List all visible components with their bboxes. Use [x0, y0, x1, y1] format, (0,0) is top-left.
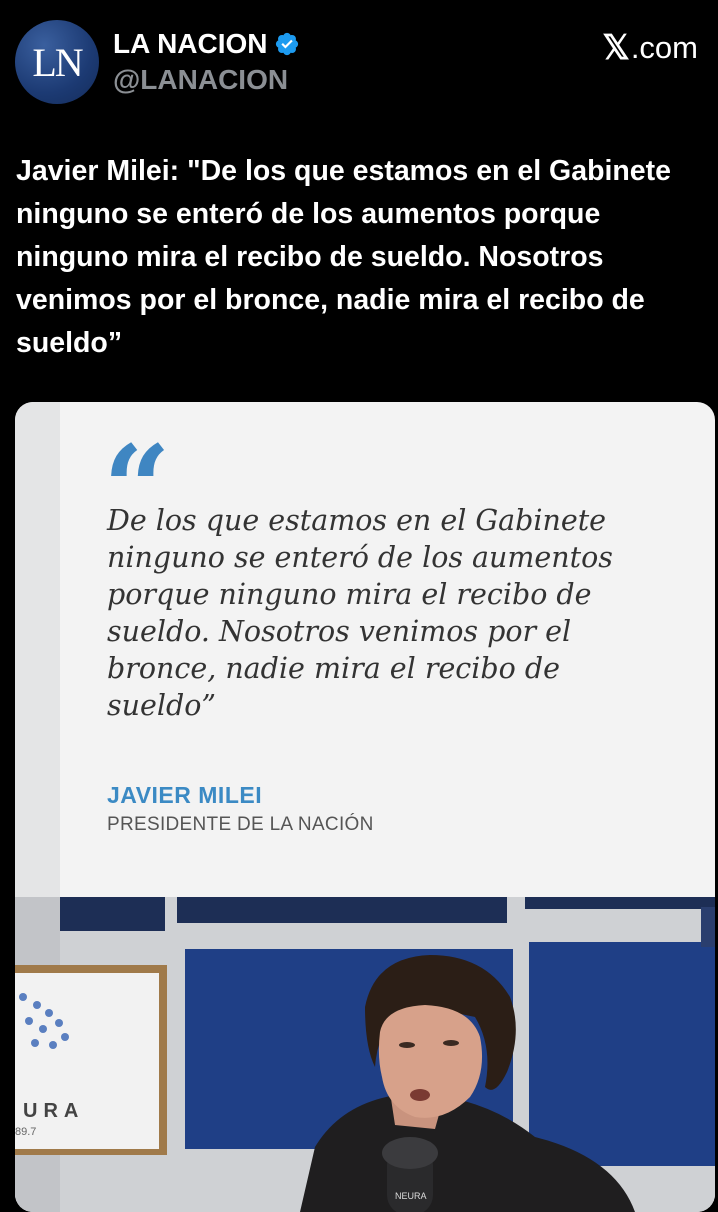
- logo-text: URA: [23, 1100, 84, 1122]
- x-com-watermark: 𝕏 .com: [602, 28, 698, 68]
- avatar-logo-text: LN: [32, 39, 83, 85]
- x-logo-icon: 𝕏: [602, 29, 630, 67]
- logo-subtext: 89.7: [15, 1126, 36, 1138]
- quote-author-role: PRESIDENTE DE LA NACIÓN: [107, 814, 374, 835]
- card-left-strip: [15, 402, 60, 902]
- tweet-header: LN LA NACION @LANACION 𝕏 .com: [0, 0, 718, 110]
- avatar[interactable]: LN: [15, 20, 99, 104]
- quote-text: De los que estamos en el Gabinete ningun…: [107, 504, 613, 722]
- account-name-row[interactable]: LA NACION: [113, 28, 300, 60]
- account-name[interactable]: LA NACION: [113, 28, 268, 60]
- interview-photo: URA 89.7 NEURA: [15, 897, 715, 1212]
- mic-label: NEURA: [395, 1191, 427, 1201]
- verified-badge-icon: [275, 32, 298, 56]
- account-handle[interactable]: @LANACION: [113, 64, 288, 96]
- tweet-text: Javier Milei: "De los que estamos en el …: [16, 155, 671, 359]
- quote-author: JAVIER MILEI: [107, 782, 263, 808]
- quote-card-image[interactable]: “ De los que estamos en el Gabinete ning…: [15, 402, 715, 1212]
- x-domain-text: .com: [630, 30, 698, 65]
